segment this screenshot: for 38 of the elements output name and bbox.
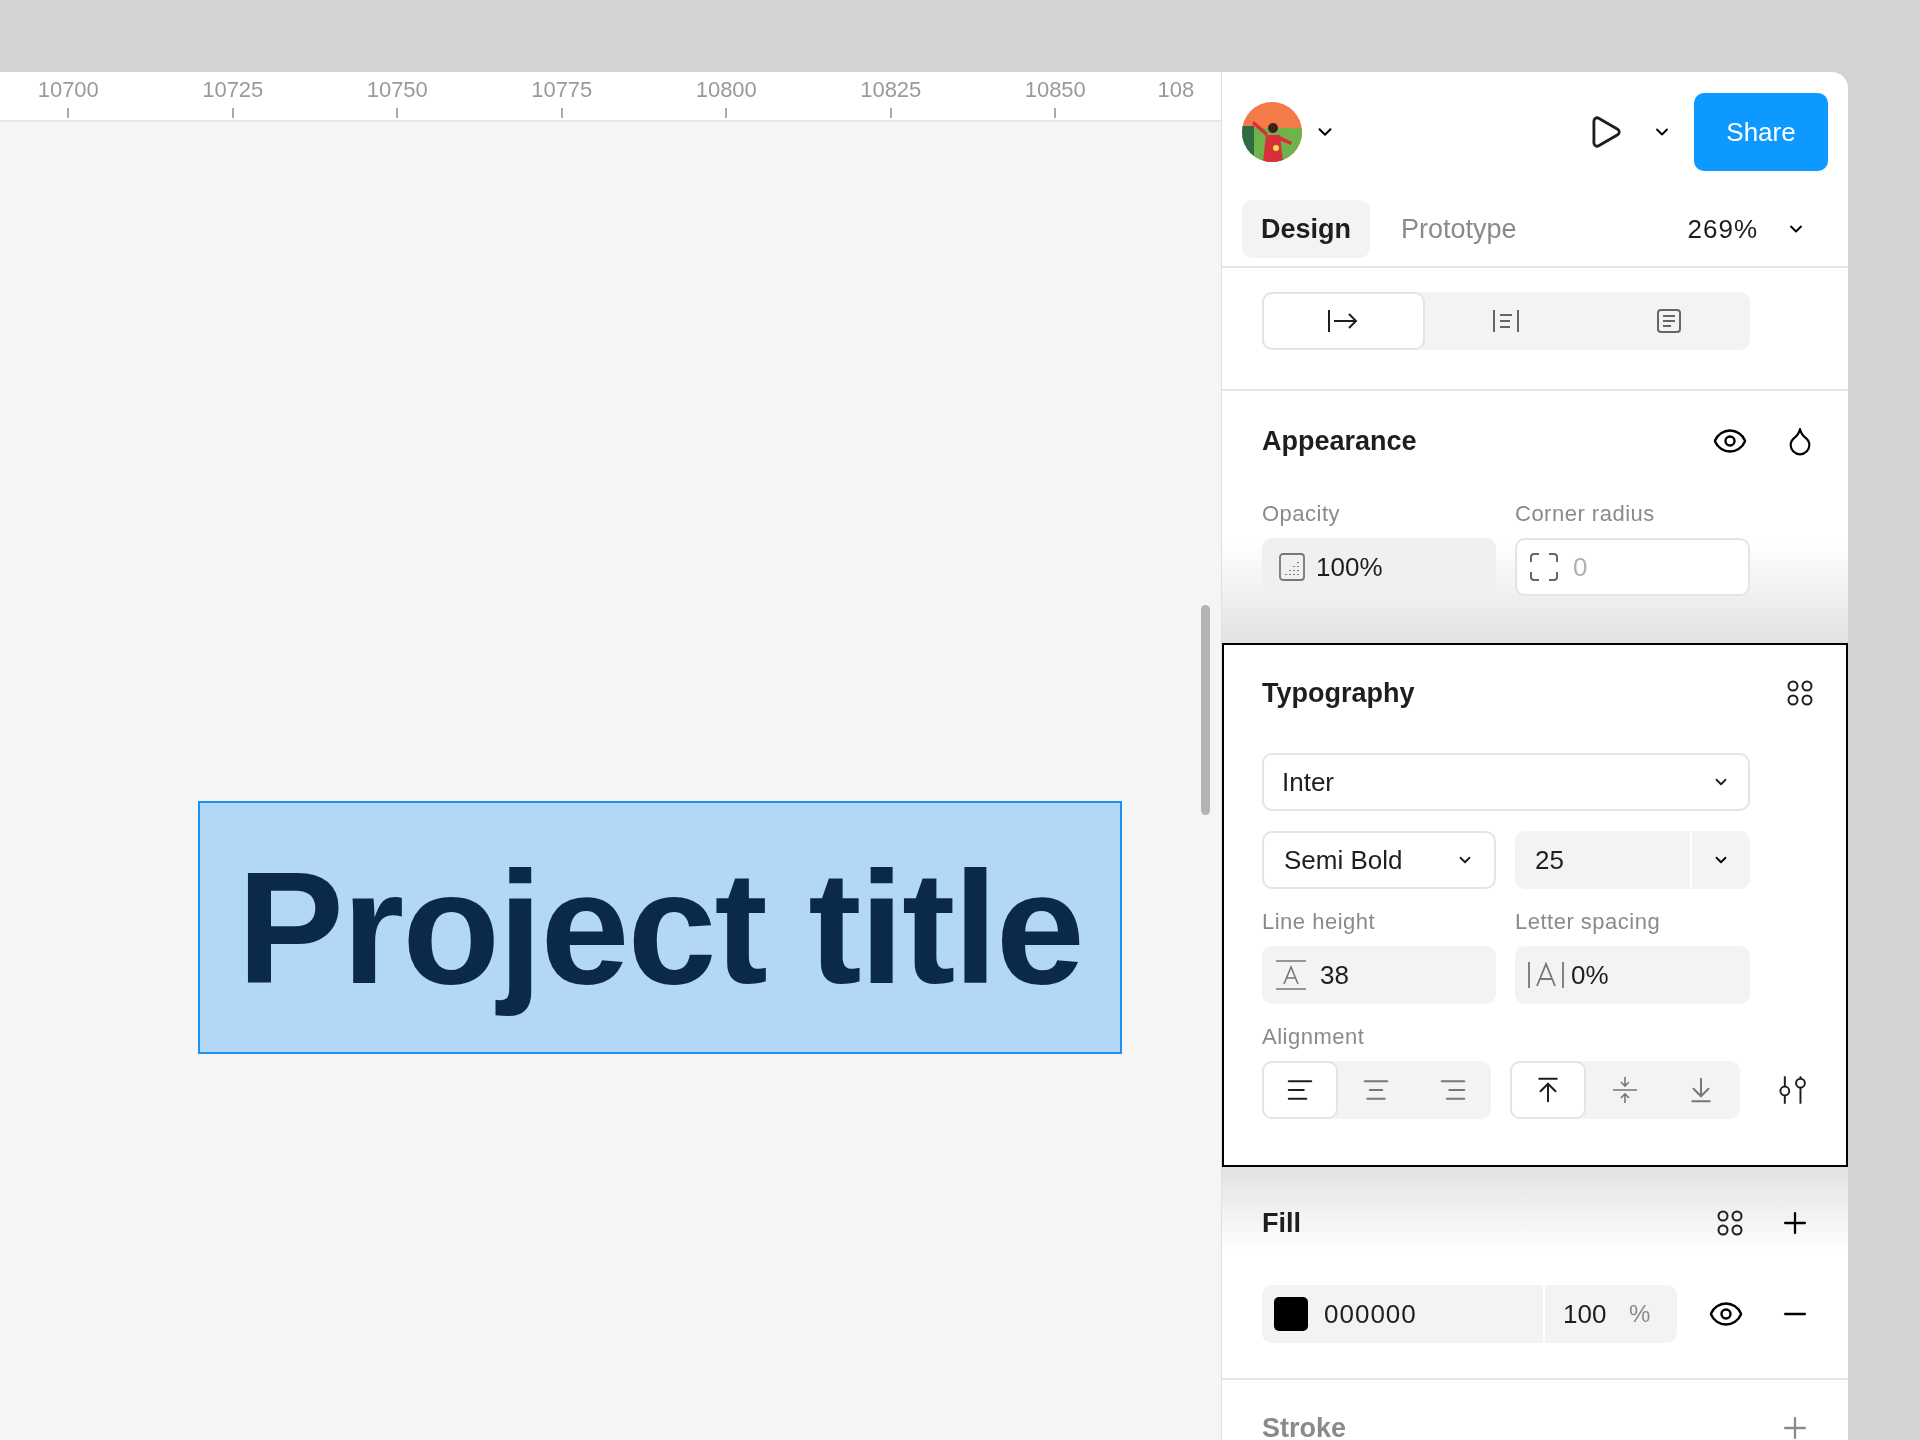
ruler-label: 10825: [860, 76, 922, 104]
letter-spacing-field[interactable]: 0%: [1515, 946, 1750, 1004]
ruler-label: 108: [1157, 76, 1195, 104]
ruler-label: 10850: [1024, 76, 1086, 104]
text-lines-icon: [1491, 308, 1521, 334]
text-layer[interactable]: Project title: [198, 801, 1122, 1054]
segment-button[interactable]: [1509, 1061, 1587, 1119]
ruler-label: 10750: [366, 76, 428, 104]
font-weight-dropdown[interactable]: Semi Bold: [1262, 831, 1496, 889]
section-title: Stroke: [1262, 1412, 1347, 1440]
color-swatch[interactable]: [1274, 1297, 1308, 1331]
scrollbar[interactable]: [1201, 605, 1210, 815]
ruler-label: 10775: [531, 76, 593, 104]
field-label: Line height: [1262, 908, 1377, 936]
section-title: Appearance: [1262, 424, 1417, 458]
letter-spacing-icon: [1525, 960, 1567, 990]
opacity-icon: [1278, 552, 1306, 582]
fill-color-field[interactable]: 000000: [1262, 1285, 1545, 1343]
field-label: Letter spacing: [1515, 908, 1661, 936]
section-title: Typography: [1262, 676, 1415, 710]
field-label: Corner radius: [1515, 500, 1655, 528]
styles-icon[interactable]: [1716, 1209, 1744, 1237]
field-label: Opacity: [1262, 500, 1342, 528]
tab[interactable]: Design: [1242, 200, 1371, 258]
field-label: Alignment: [1262, 1023, 1366, 1051]
ruler-label: 10800: [695, 76, 757, 104]
fill-opacity-field[interactable]: 100 %: [1545, 1285, 1677, 1343]
segment-button[interactable]: [1262, 1061, 1339, 1119]
styles-icon[interactable]: [1786, 679, 1814, 707]
ruler-label: 10700: [37, 76, 99, 104]
corner-radius-icon: [1529, 552, 1559, 582]
line-height-icon: [1274, 958, 1308, 992]
font-family-dropdown[interactable]: Inter: [1262, 753, 1750, 811]
section-title: Fill: [1262, 1206, 1301, 1240]
ruler-label: 10725: [202, 76, 264, 104]
document-icon: [1654, 307, 1683, 335]
zoom-level[interactable]: 269%: [1687, 209, 1758, 249]
line-height-field[interactable]: 38: [1262, 946, 1496, 1004]
